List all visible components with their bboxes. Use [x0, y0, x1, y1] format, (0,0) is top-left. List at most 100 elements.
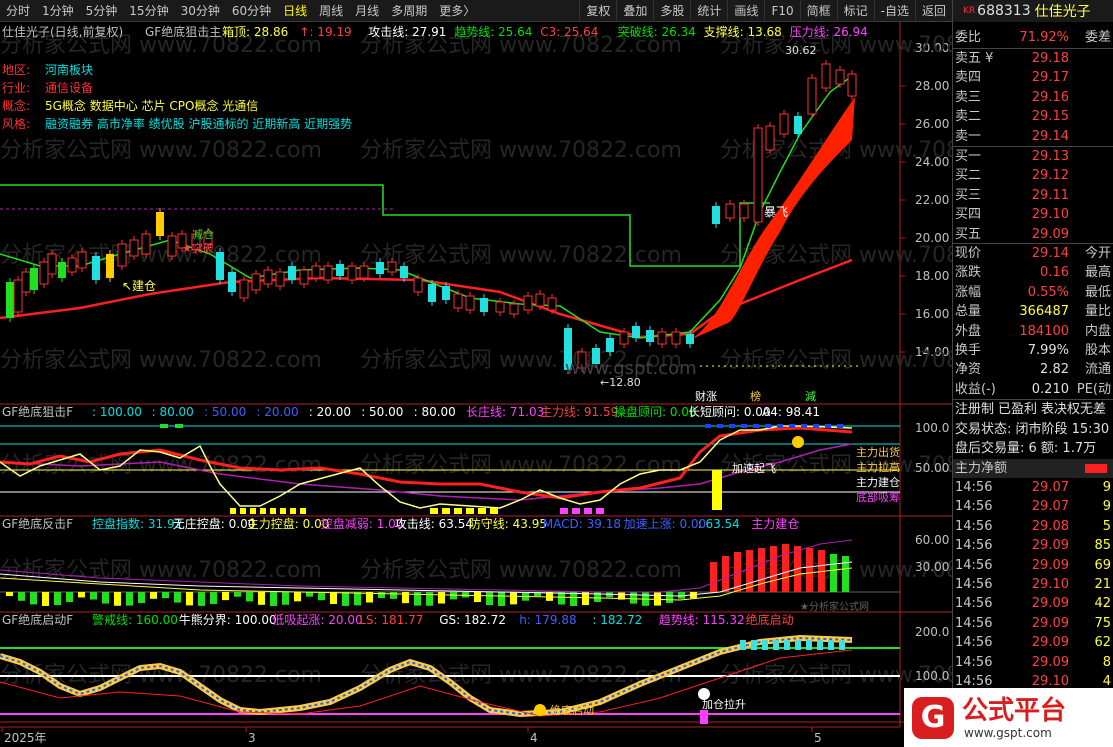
p2-square-y4 [270, 508, 276, 514]
ytick-label-main-7: 16.00 [915, 307, 949, 321]
tick-3-label: 14:56 [955, 538, 993, 554]
p4-cyan-6 [806, 640, 812, 650]
ytick-label-main-6: 18.00 [915, 269, 949, 283]
p4-jc-label: 加仓拉升 [702, 697, 746, 711]
period-tab-1[interactable]: 1分钟 [36, 0, 80, 22]
p3-bar-neg-20 [246, 592, 253, 602]
xtick-label-1: 3 [248, 731, 256, 745]
period-tab-0[interactable]: 分时 [0, 0, 36, 22]
period-tab-8[interactable]: 月线 [349, 0, 385, 22]
tool-button-0[interactable]: 复权 [579, 0, 616, 22]
tool-button-3[interactable]: 统计 [690, 0, 727, 22]
p3-bar-neg-14 [174, 592, 181, 603]
bid-3: 买三 29.11 [953, 186, 1113, 205]
p4-cyan-9 [839, 640, 845, 650]
stat-5-label: 换手 [955, 343, 982, 358]
pane3-param-1: 无庄控盘: 0.00 [173, 516, 256, 531]
tool-button-6[interactable]: 简框 [799, 0, 837, 22]
tool-button-8[interactable]: -自选 [873, 0, 915, 22]
p3-bar-neg-9 [114, 592, 121, 606]
candle-body-44 [535, 293, 545, 307]
tag-0[interactable]: 注册制 [955, 402, 994, 417]
candle-body-30 [347, 265, 357, 281]
p2-square-y2 [250, 508, 256, 514]
stat-7-value: 0.210 [1031, 381, 1069, 397]
period-tab-6[interactable]: 日线 [277, 0, 313, 22]
p4-cyan-1 [751, 640, 757, 650]
tag-1[interactable]: 已盈利 [998, 402, 1037, 417]
p3-bar-pos-10 [830, 554, 837, 592]
period-tab-3[interactable]: 15分钟 [123, 0, 174, 22]
pane3-param-3: 控盘减弱: 1.00 [321, 516, 404, 531]
tick-4-label: 14:56 [955, 557, 993, 573]
candle-body-23 [263, 269, 273, 285]
pane4-param-1: 牛熊分界: 100.00 [179, 612, 277, 627]
p3-bar-neg-36 [438, 592, 445, 604]
tick-1: 14:56 29.07 9 [953, 497, 1113, 516]
candle-body-1 [13, 279, 23, 313]
chart-area[interactable]: 30.00 28.00 26.00 24.00 22.00 20.00 18.00 16.00… [0, 22, 1042, 747]
p2-la-label: 主力拉高 [856, 460, 900, 474]
pane4-indicator: GF绝底启动F [2, 612, 73, 627]
info-key-0: 地区: [2, 63, 30, 77]
candle-body-6 [58, 262, 66, 278]
watermark: 分析家公式网 www.70822.com [720, 348, 952, 373]
trade-status: 交易状态: 闭市阶段 15:30 [953, 420, 1113, 439]
candle-body-43 [523, 295, 533, 311]
tool-button-5[interactable]: F10 [764, 0, 799, 22]
period-tab-10[interactable]: 更多〉 [433, 0, 481, 22]
p2-square-y5 [280, 508, 286, 514]
p3-bar-neg-22 [270, 592, 277, 606]
bid-1-value: 29.13 [1031, 149, 1069, 164]
ask-5: 卖五 ¥ 29.18 [953, 49, 1113, 68]
tool-button-7[interactable]: 标记 [836, 0, 874, 22]
candle-body-39 [465, 295, 475, 311]
candle-body-0 [6, 282, 14, 318]
watermark: 分析家公式网 www.70822.com [0, 138, 322, 163]
p2-square-y1 [240, 508, 246, 514]
tick-2-label: 14:56 [955, 518, 993, 534]
jinjian-label: 减仓 [192, 227, 214, 241]
candle-body-9 [92, 256, 100, 280]
gspt-logo-icon: G [912, 696, 954, 739]
tool-button-2[interactable]: 多股 [653, 0, 690, 22]
pane2-param-10: 长短顾问: 0.00 [688, 405, 771, 419]
candle-body-26 [299, 269, 309, 285]
tool-button-4[interactable]: 画线 [727, 0, 764, 22]
candle-body-57 [725, 203, 735, 219]
period-tab-7[interactable]: 周线 [313, 0, 349, 22]
period-tab-5[interactable]: 60分钟 [226, 0, 277, 22]
tool-button-9[interactable]: 返回 [914, 0, 952, 22]
pane3-param-5: 防守线: 43.95 [469, 516, 547, 531]
tick-4: 14:56 29.09 69 [953, 556, 1113, 575]
p3-bar-neg-8 [102, 592, 109, 604]
p3-bar-pos-3 [746, 550, 753, 592]
stat-5-right: 股本 [1084, 343, 1111, 358]
p4-cyan-5 [795, 640, 801, 650]
candle-body-15 [167, 235, 177, 257]
pane2-param-2: : 50.00 [204, 405, 246, 419]
pane2-param-8: 主力线: 91.59 [540, 405, 618, 419]
tool-button-1[interactable]: 叠加 [616, 0, 653, 22]
p3-bar-neg-32 [390, 592, 397, 599]
tick-9: 14:56 29.09 8 [953, 653, 1113, 672]
period-tab-9[interactable]: 多周期 [385, 0, 433, 22]
xtick-label-2: 4 [530, 731, 538, 745]
kline-chart[interactable]: 30.0028.0026.0024.0022.0020.0018.0016.00… [0, 22, 1042, 747]
p3-bar-neg-26 [318, 592, 325, 601]
period-tab-2[interactable]: 5分钟 [80, 0, 124, 22]
tick-7-right: 75 [1094, 615, 1111, 631]
p2-bar [712, 470, 722, 510]
p3-bar-neg-4 [54, 592, 61, 606]
candle-body-4 [39, 261, 49, 285]
candle-body-24 [275, 271, 285, 287]
candle-body-29 [336, 264, 344, 276]
high-label: 30.62 [785, 44, 817, 57]
p2-square-y3 [260, 508, 266, 514]
period-tab-4[interactable]: 30分钟 [175, 0, 226, 22]
stat-1: 涨跌 0.16 最高 [953, 263, 1113, 282]
tag-2[interactable]: 表决权无差 [1041, 402, 1106, 417]
ask-2-value: 29.15 [1031, 109, 1069, 125]
ytick-label-p4-1: 100.0 [915, 669, 949, 683]
tick-6-value: 29.09 [1031, 596, 1069, 612]
